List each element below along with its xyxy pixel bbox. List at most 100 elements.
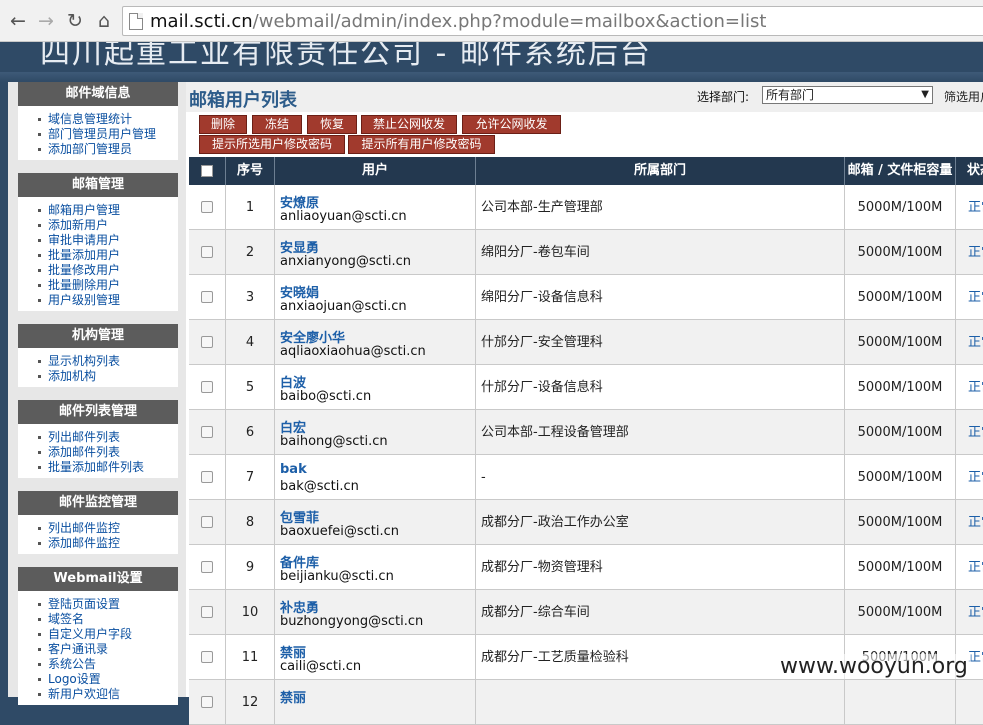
sidebar-panel: 邮件列表管理 列出邮件列表 添加邮件列表 批量添加邮件列表	[18, 400, 178, 478]
page-title: 邮箱用户列表	[189, 90, 297, 111]
row-select-cell	[189, 320, 226, 365]
user-email: baihong@scti.cn	[280, 434, 388, 449]
row-checkbox[interactable]	[201, 381, 213, 393]
restore-button[interactable]: 恢复	[307, 115, 357, 134]
row-checkbox[interactable]	[201, 291, 213, 303]
row-status[interactable]	[956, 680, 983, 725]
row-status[interactable]: 正常	[956, 410, 983, 455]
table-row: 10 补忠勇 buzhongyong@scti.cn 成都分厂-综合车间 5000M/1…	[189, 590, 983, 635]
row-checkbox[interactable]	[201, 651, 213, 663]
row-user-cell: bak bak@scti.cn	[275, 455, 476, 500]
row-quota: 5000M/100M	[845, 590, 956, 635]
row-status[interactable]: 正常	[956, 500, 983, 545]
row-select-cell	[189, 545, 226, 590]
table-row: 6 白宏 baihong@scti.cn 公司本部-工程设备管理部 5000M/100M…	[189, 410, 983, 455]
forward-arrow-icon[interactable]: →	[34, 9, 58, 33]
user-email: baibo@scti.cn	[280, 389, 372, 404]
sidebar-link[interactable]: 系统公告	[38, 657, 178, 672]
sidebar-link[interactable]: Logo设置	[38, 672, 178, 687]
sidebar-link[interactable]: 显示机构列表	[38, 354, 178, 369]
row-user-cell: 备件库 beijianku@scti.cn	[275, 545, 476, 590]
sidebar-link[interactable]: 批量删除用户	[38, 278, 178, 293]
sidebar-link[interactable]: 添加部门管理员	[38, 142, 178, 157]
row-status[interactable]: 正常	[956, 275, 983, 320]
row-department: 绵阳分厂-卷包车间	[476, 230, 845, 275]
row-select-cell	[189, 365, 226, 410]
sidebar-link[interactable]: 列出邮件列表	[38, 430, 178, 445]
banner-title: 四川起重工业有限责任公司 - 邮件系统后台	[40, 42, 652, 71]
department-select[interactable]: 所有部门 ▼	[762, 86, 933, 104]
sidebar-link[interactable]: 列出邮件监控	[38, 521, 178, 536]
sidebar-link[interactable]: 域签名	[38, 612, 178, 627]
sidebar-panel-body: 显示机构列表 添加机构	[18, 348, 178, 387]
sidebar-link[interactable]: 添加邮件监控	[38, 536, 178, 551]
prompt-selected-password-button[interactable]: 提示所选用户修改密码	[199, 135, 345, 154]
sidebar-panel: 机构管理 显示机构列表 添加机构	[18, 324, 178, 387]
sidebar-link[interactable]: 客户通讯录	[38, 642, 178, 657]
sidebar-panel-title: 机构管理	[18, 324, 178, 348]
user-email: baoxuefei@scti.cn	[280, 524, 400, 539]
sidebar-link[interactable]: 域信息管理统计	[38, 112, 178, 127]
sidebar-link[interactable]: 审批申请用户	[38, 233, 178, 248]
row-quota: 5000M/100M	[845, 185, 956, 230]
sidebar-link[interactable]: 用户级别管理	[38, 293, 178, 308]
sidebar-panel: 邮箱管理 邮箱用户管理 添加新用户 审批申请用户 批量添加用户 批量修改用户 批量删除用户用…	[18, 173, 178, 311]
sidebar-panel-body: 登陆页面设置 域签名 自定义用户字段 客户通讯录 系统公告 Logo设置 新用户欢迎信	[18, 591, 178, 705]
sidebar-link[interactable]: 批量添加用户	[38, 248, 178, 263]
row-department: 成都分厂-物资管理科	[476, 545, 845, 590]
row-status[interactable]: 正常	[956, 545, 983, 590]
row-department: 公司本部-工程设备管理部	[476, 410, 845, 455]
sidebar-link[interactable]: 添加新用户	[38, 218, 178, 233]
row-department: -	[476, 455, 845, 500]
sidebar-link[interactable]: 邮箱用户管理	[38, 203, 178, 218]
user-email: anxianyong@scti.cn	[280, 254, 412, 269]
select-all-checkbox[interactable]	[201, 165, 213, 177]
row-checkbox[interactable]	[201, 471, 213, 483]
row-quota	[845, 680, 956, 725]
freeze-button[interactable]: 冻结	[252, 115, 302, 134]
sidebar-link[interactable]: 自定义用户字段	[38, 627, 178, 642]
back-arrow-icon[interactable]: ←	[6, 9, 30, 33]
block-public-mail-button[interactable]: 禁止公网收发	[361, 115, 457, 134]
row-status[interactable]: 正常	[956, 320, 983, 365]
row-checkbox[interactable]	[201, 696, 213, 708]
user-name-link[interactable]: bak	[280, 462, 307, 477]
row-status[interactable]: 正常	[956, 185, 983, 230]
row-checkbox[interactable]	[201, 426, 213, 438]
user-email: bak@scti.cn	[280, 479, 359, 494]
sidebar-link[interactable]: 新用户欢迎信	[38, 687, 178, 702]
row-status[interactable]: 正常	[956, 365, 983, 410]
address-bar[interactable]: mail.scti.cn/webmail/admin/index.php?mod…	[122, 6, 983, 36]
sidebar: 邮件域信息 域信息管理统计 部门管理员用户管理 添加部门管理员 邮箱管理 邮箱用户管理 添加…	[8, 82, 186, 705]
row-quota: 5000M/100M	[845, 455, 956, 500]
department-select-value: 所有部门	[766, 88, 815, 102]
row-checkbox[interactable]	[201, 336, 213, 348]
delete-button[interactable]: 删除	[199, 115, 247, 134]
row-select-cell	[189, 500, 226, 545]
row-checkbox[interactable]	[201, 201, 213, 213]
sidebar-link[interactable]: 批量添加邮件列表	[38, 460, 178, 475]
home-icon[interactable]: ⌂	[92, 9, 116, 33]
sidebar-link[interactable]: 添加邮件列表	[38, 445, 178, 460]
row-quota: 5000M/100M	[845, 230, 956, 275]
sidebar-link[interactable]: 批量修改用户	[38, 263, 178, 278]
watermark: www.wooyun.org	[777, 654, 971, 679]
browser-toolbar: ← → ↻ ⌂ mail.scti.cn/webmail/admin/index…	[0, 0, 983, 42]
row-checkbox[interactable]	[201, 516, 213, 528]
row-status[interactable]: 正常	[956, 590, 983, 635]
prompt-all-password-button[interactable]: 提示所有用户修改密码	[348, 135, 495, 154]
row-checkbox[interactable]	[201, 246, 213, 258]
banner-strip	[0, 72, 983, 82]
reload-icon[interactable]: ↻	[63, 9, 87, 33]
row-select-cell	[189, 410, 226, 455]
row-status[interactable]: 正常	[956, 455, 983, 500]
header-quota: 邮箱 / 文件柜容量	[845, 157, 956, 185]
sidebar-link[interactable]: 登陆页面设置	[38, 597, 178, 612]
row-status[interactable]: 正常	[956, 230, 983, 275]
row-checkbox[interactable]	[201, 606, 213, 618]
allow-public-mail-button[interactable]: 允许公网收发	[462, 115, 561, 134]
sidebar-link[interactable]: 添加机构	[38, 369, 178, 384]
row-checkbox[interactable]	[201, 561, 213, 573]
table-row: 2 安显勇 anxianyong@scti.cn 绵阳分厂-卷包车间 5000M/100…	[189, 230, 983, 275]
sidebar-link[interactable]: 部门管理员用户管理	[38, 127, 178, 142]
